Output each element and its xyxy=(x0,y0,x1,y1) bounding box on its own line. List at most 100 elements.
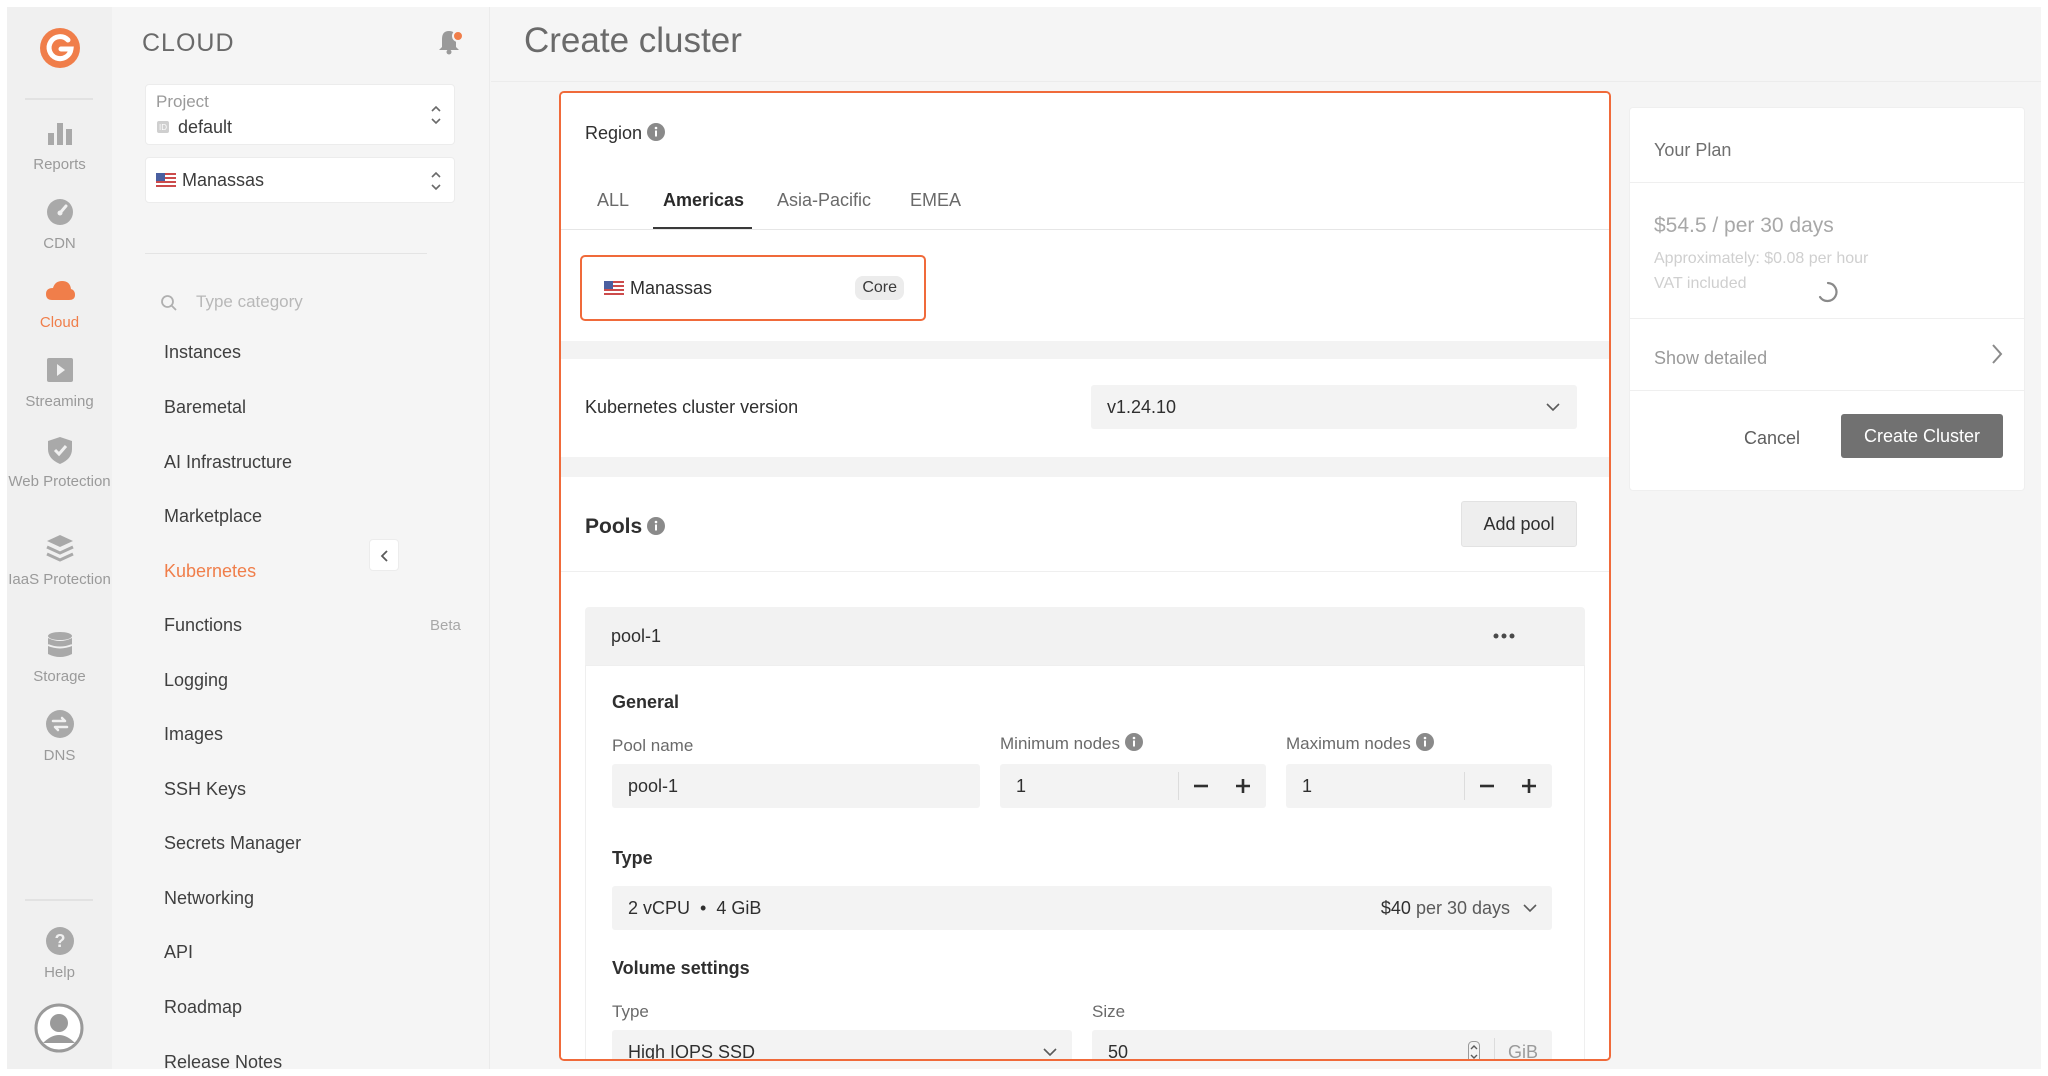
rail-item-label: Streaming xyxy=(25,393,94,410)
sidebar-item-release-notes[interactable]: Release Notes xyxy=(164,1052,282,1069)
category-search[interactable]: Type category xyxy=(160,289,430,317)
search-icon xyxy=(161,295,177,311)
plan-divider xyxy=(1630,390,2024,391)
rail-item-storage[interactable]: Storage xyxy=(7,629,112,686)
instance-type-value: 2 vCPU • 4 GiB xyxy=(628,898,761,919)
plan-price: $54.5 / per 30 days xyxy=(1654,214,1834,237)
us-flag-icon xyxy=(604,281,624,295)
rail-item-label: IaaS Protection xyxy=(8,571,111,588)
project-value: ID default xyxy=(156,117,232,138)
volume-settings-label: Volume settings xyxy=(612,958,750,978)
type-price-suffix: per 30 days xyxy=(1415,898,1510,918)
dns-icon xyxy=(45,710,74,738)
rail-item-iaas-protection[interactable]: IaaS Protection xyxy=(7,532,112,589)
info-icon[interactable] xyxy=(1415,732,1435,752)
region-option-manassas[interactable]: Manassas Core xyxy=(580,255,926,321)
instance-type-select[interactable]: 2 vCPU • 4 GiB $40 per 30 days xyxy=(612,886,1552,930)
create-cluster-button[interactable]: Create Cluster xyxy=(1841,414,2003,458)
tab-asia-pacific[interactable]: Asia-Pacific xyxy=(777,190,871,211)
rail-item-cloud[interactable]: Cloud xyxy=(7,275,112,332)
type-label: Type xyxy=(612,848,653,868)
plan-summary-panel: Your Plan $54.5 / per 30 days Approximat… xyxy=(1629,107,2025,491)
sidebar-item-ssh-keys[interactable]: SSH Keys xyxy=(164,779,246,800)
region-option-label: Manassas xyxy=(604,278,712,299)
add-pool-button[interactable]: Add pool xyxy=(1461,501,1577,547)
sidebar-item-secrets-manager[interactable]: Secrets Manager xyxy=(164,833,301,854)
minus-icon[interactable] xyxy=(1474,773,1500,799)
tabs-divider xyxy=(561,229,1609,230)
min-nodes-heading: Minimum nodes xyxy=(1000,732,1144,754)
sidebar-item-logging[interactable]: Logging xyxy=(164,670,228,691)
gcore-logo-icon[interactable] xyxy=(37,25,83,71)
location-select[interactable]: Manassas xyxy=(145,157,455,203)
rail-item-label: Storage xyxy=(33,668,86,685)
plus-icon[interactable] xyxy=(1230,773,1256,799)
rail-item-web-protection[interactable]: Web Protection xyxy=(7,434,112,491)
volume-type-value: High IOPS SSD xyxy=(628,1042,756,1061)
project-select[interactable]: Project ID default xyxy=(145,84,455,145)
project-label: Project xyxy=(156,92,209,111)
volume-type-select[interactable]: High IOPS SSD xyxy=(612,1030,1072,1061)
rail-item-label: Web Protection xyxy=(8,473,111,490)
sidebar-item-ai-infrastructure[interactable]: AI Infrastructure xyxy=(164,452,292,473)
k8s-version-select[interactable]: v1.24.10 xyxy=(1091,385,1577,429)
rail-item-label: Help xyxy=(44,964,75,981)
sidebar-item-roadmap[interactable]: Roadmap xyxy=(164,997,242,1018)
sidebar-item-marketplace[interactable]: Marketplace xyxy=(164,506,262,527)
more-options-icon[interactable] xyxy=(1493,633,1515,639)
rail-item-dns[interactable]: DNS xyxy=(7,708,112,765)
spin-arrows-icon[interactable] xyxy=(1468,1041,1480,1061)
pool-header: pool-1 xyxy=(585,607,1585,665)
rail-item-reports[interactable]: Reports xyxy=(7,117,112,174)
rail-divider xyxy=(25,899,93,901)
region-option-name: Manassas xyxy=(630,278,713,298)
rail-item-label: CDN xyxy=(43,235,76,252)
info-icon[interactable] xyxy=(646,122,666,142)
max-nodes-stepper[interactable]: 1 xyxy=(1286,764,1552,808)
rail-item-cdn[interactable]: CDN xyxy=(7,196,112,253)
volume-size-input[interactable]: 50 GiB xyxy=(1092,1030,1552,1061)
sidebar-item-images[interactable]: Images xyxy=(164,724,223,745)
chevron-right-icon[interactable] xyxy=(1990,342,2004,366)
pools-heading: Pools xyxy=(585,515,666,539)
tab-americas[interactable]: Americas xyxy=(663,190,744,211)
collapse-sidebar-button[interactable] xyxy=(369,539,399,571)
sidebar-item-baremetal[interactable]: Baremetal xyxy=(164,397,246,418)
plan-vat: VAT included xyxy=(1654,275,1747,292)
tab-all[interactable]: ALL xyxy=(597,190,629,211)
rail-item-streaming[interactable]: Streaming xyxy=(7,354,112,411)
cdn-icon xyxy=(46,199,73,225)
min-nodes-value: 1 xyxy=(1016,776,1027,796)
plus-icon[interactable] xyxy=(1516,773,1542,799)
sidebar-item-functions[interactable]: Functions xyxy=(164,615,242,636)
sidebar-title: CLOUD xyxy=(142,29,235,57)
tab-emea[interactable]: EMEA xyxy=(910,190,961,211)
cancel-button[interactable]: Cancel xyxy=(1744,428,1800,449)
k8s-version-section: Kubernetes cluster version v1.24.10 xyxy=(561,359,1609,457)
pools-label: Pools xyxy=(585,515,643,538)
sidebar-item-kubernetes[interactable]: Kubernetes xyxy=(164,561,256,582)
k8s-version-value: v1.24.10 xyxy=(1107,397,1177,417)
help-icon: ? xyxy=(45,927,74,955)
sidebar-item-instances[interactable]: Instances xyxy=(164,342,241,363)
plan-divider xyxy=(1630,318,2024,319)
pool-name-input[interactable]: pool-1 xyxy=(612,764,980,808)
rail-item-label: Cloud xyxy=(39,314,80,331)
user-avatar-icon[interactable] xyxy=(34,1003,84,1053)
rail-item-help[interactable]: ? Help xyxy=(7,925,112,982)
pool-name-label: Pool name xyxy=(612,736,694,755)
loading-spinner-icon xyxy=(1818,281,1838,303)
project-name: default xyxy=(178,117,233,137)
sidebar-item-networking[interactable]: Networking xyxy=(164,888,254,909)
storage-icon xyxy=(47,632,72,657)
sidebar-item-api[interactable]: API xyxy=(164,942,193,963)
min-nodes-stepper[interactable]: 1 xyxy=(1000,764,1266,808)
updown-arrows-icon xyxy=(431,105,441,125)
svg-text:ID: ID xyxy=(159,123,167,132)
minus-icon[interactable] xyxy=(1188,773,1214,799)
notification-bell-icon[interactable] xyxy=(434,25,466,57)
show-detailed-link[interactable]: Show detailed xyxy=(1654,348,1767,369)
info-icon[interactable] xyxy=(1124,732,1144,752)
product-rail: Reports CDN Cloud Streaming Web Protecti… xyxy=(7,7,112,1069)
info-icon[interactable] xyxy=(646,516,666,536)
